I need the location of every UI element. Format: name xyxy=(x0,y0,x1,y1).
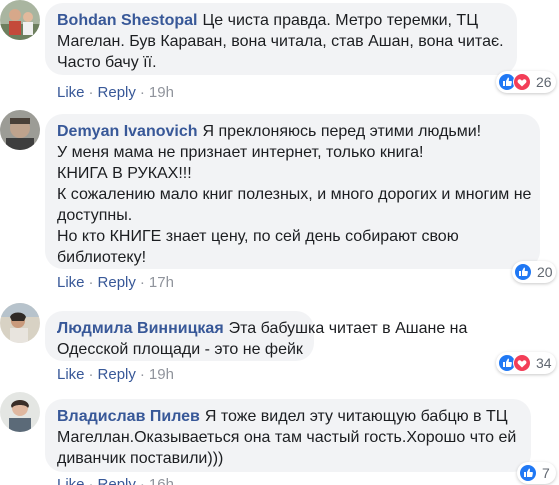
comment-text: Часто бачу її. xyxy=(57,54,157,71)
avatar[interactable] xyxy=(0,110,40,150)
like-icon xyxy=(514,263,532,281)
comment-actions: Like · Reply · 19h xyxy=(57,84,174,101)
comment-time[interactable]: 19h xyxy=(149,366,174,383)
comment-actions: Like · Reply · 19h xyxy=(57,366,174,383)
like-link[interactable]: Like xyxy=(57,274,85,291)
comment-text: Эта бабушка читает в Ашане на xyxy=(228,320,468,337)
comment-author[interactable]: Demyan Ivanovich xyxy=(57,123,198,140)
comment-text: доступны. xyxy=(57,207,133,224)
comment-time[interactable]: 17h xyxy=(149,274,174,291)
love-icon xyxy=(513,354,531,372)
comment-actions: Like · Reply · 17h xyxy=(57,274,174,291)
like-link[interactable]: Like xyxy=(57,84,85,101)
comment-author[interactable]: Владислав Пилев xyxy=(57,408,200,425)
comment-text: КНИГА В РУКАХ!!! xyxy=(57,165,192,182)
avatar[interactable] xyxy=(0,303,40,343)
like-link[interactable]: Like xyxy=(57,366,85,383)
reply-link[interactable]: Reply xyxy=(98,366,136,383)
comment-text: У меня мама не признает интернет, только… xyxy=(57,144,424,161)
comment-text: Я тоже видел эту читающую бабцю в ТЦ xyxy=(204,408,508,425)
reaction-count: 26 xyxy=(536,74,552,90)
reply-link[interactable]: Reply xyxy=(98,476,136,485)
comment-time[interactable]: 16h xyxy=(149,476,174,485)
comment-bubble: Людмила Винницкая Эта бабушка читает в Аш… xyxy=(45,311,467,361)
comment-author[interactable]: Людмила Винницкая xyxy=(57,320,224,337)
love-icon xyxy=(513,73,531,91)
like-icon xyxy=(519,464,537,482)
reaction-summary[interactable]: 26 xyxy=(496,71,556,93)
comment-author[interactable]: Bohdan Shestopal xyxy=(57,12,197,29)
avatar[interactable] xyxy=(0,392,40,432)
reaction-summary[interactable]: 34 xyxy=(496,352,556,374)
comment-time[interactable]: 19h xyxy=(149,84,174,101)
comment-text: Це чиста правда. Метро теремки, ТЦ xyxy=(202,12,479,29)
reaction-summary[interactable]: 7 xyxy=(517,462,556,484)
comment-text: Одесской площади - это не фейк xyxy=(57,341,303,358)
comment-bubble: Demyan Ivanovich Я преклоняюсь перед этим… xyxy=(45,114,540,269)
reaction-count: 34 xyxy=(536,355,552,371)
comment-text: Магеллан.Оказываеться она там частый гос… xyxy=(57,429,517,446)
comment-bubble: Владислав Пилев Я тоже видел эту читающую… xyxy=(45,399,531,472)
reaction-count: 20 xyxy=(537,264,553,280)
comment-text: Магелан. Був Караван, вона читала, став … xyxy=(57,33,504,50)
comment-text: Я преклоняюсь перед этими людьми! xyxy=(202,123,482,140)
like-link[interactable]: Like xyxy=(57,476,85,485)
comment-text: К сожалению мало книг полезных, и много … xyxy=(57,186,532,203)
reaction-summary[interactable]: 20 xyxy=(512,261,556,283)
comment-actions: Like · Reply · 16h xyxy=(57,476,174,485)
comment-text: библиотеку! xyxy=(57,249,147,266)
reply-link[interactable]: Reply xyxy=(98,84,136,101)
avatar[interactable] xyxy=(0,0,40,40)
comment-text: Но кто КНИГЕ знает цену, по сей день соб… xyxy=(57,228,459,245)
comment-bubble: Bohdan Shestopal Це чиста правда. Метро т… xyxy=(45,3,517,75)
comment-text: диванчик поставили))) xyxy=(57,450,224,467)
comment-feed: Bohdan Shestopal Це чиста правда. Метро т… xyxy=(0,0,559,485)
reaction-count: 7 xyxy=(542,465,550,481)
reply-link[interactable]: Reply xyxy=(98,274,136,291)
